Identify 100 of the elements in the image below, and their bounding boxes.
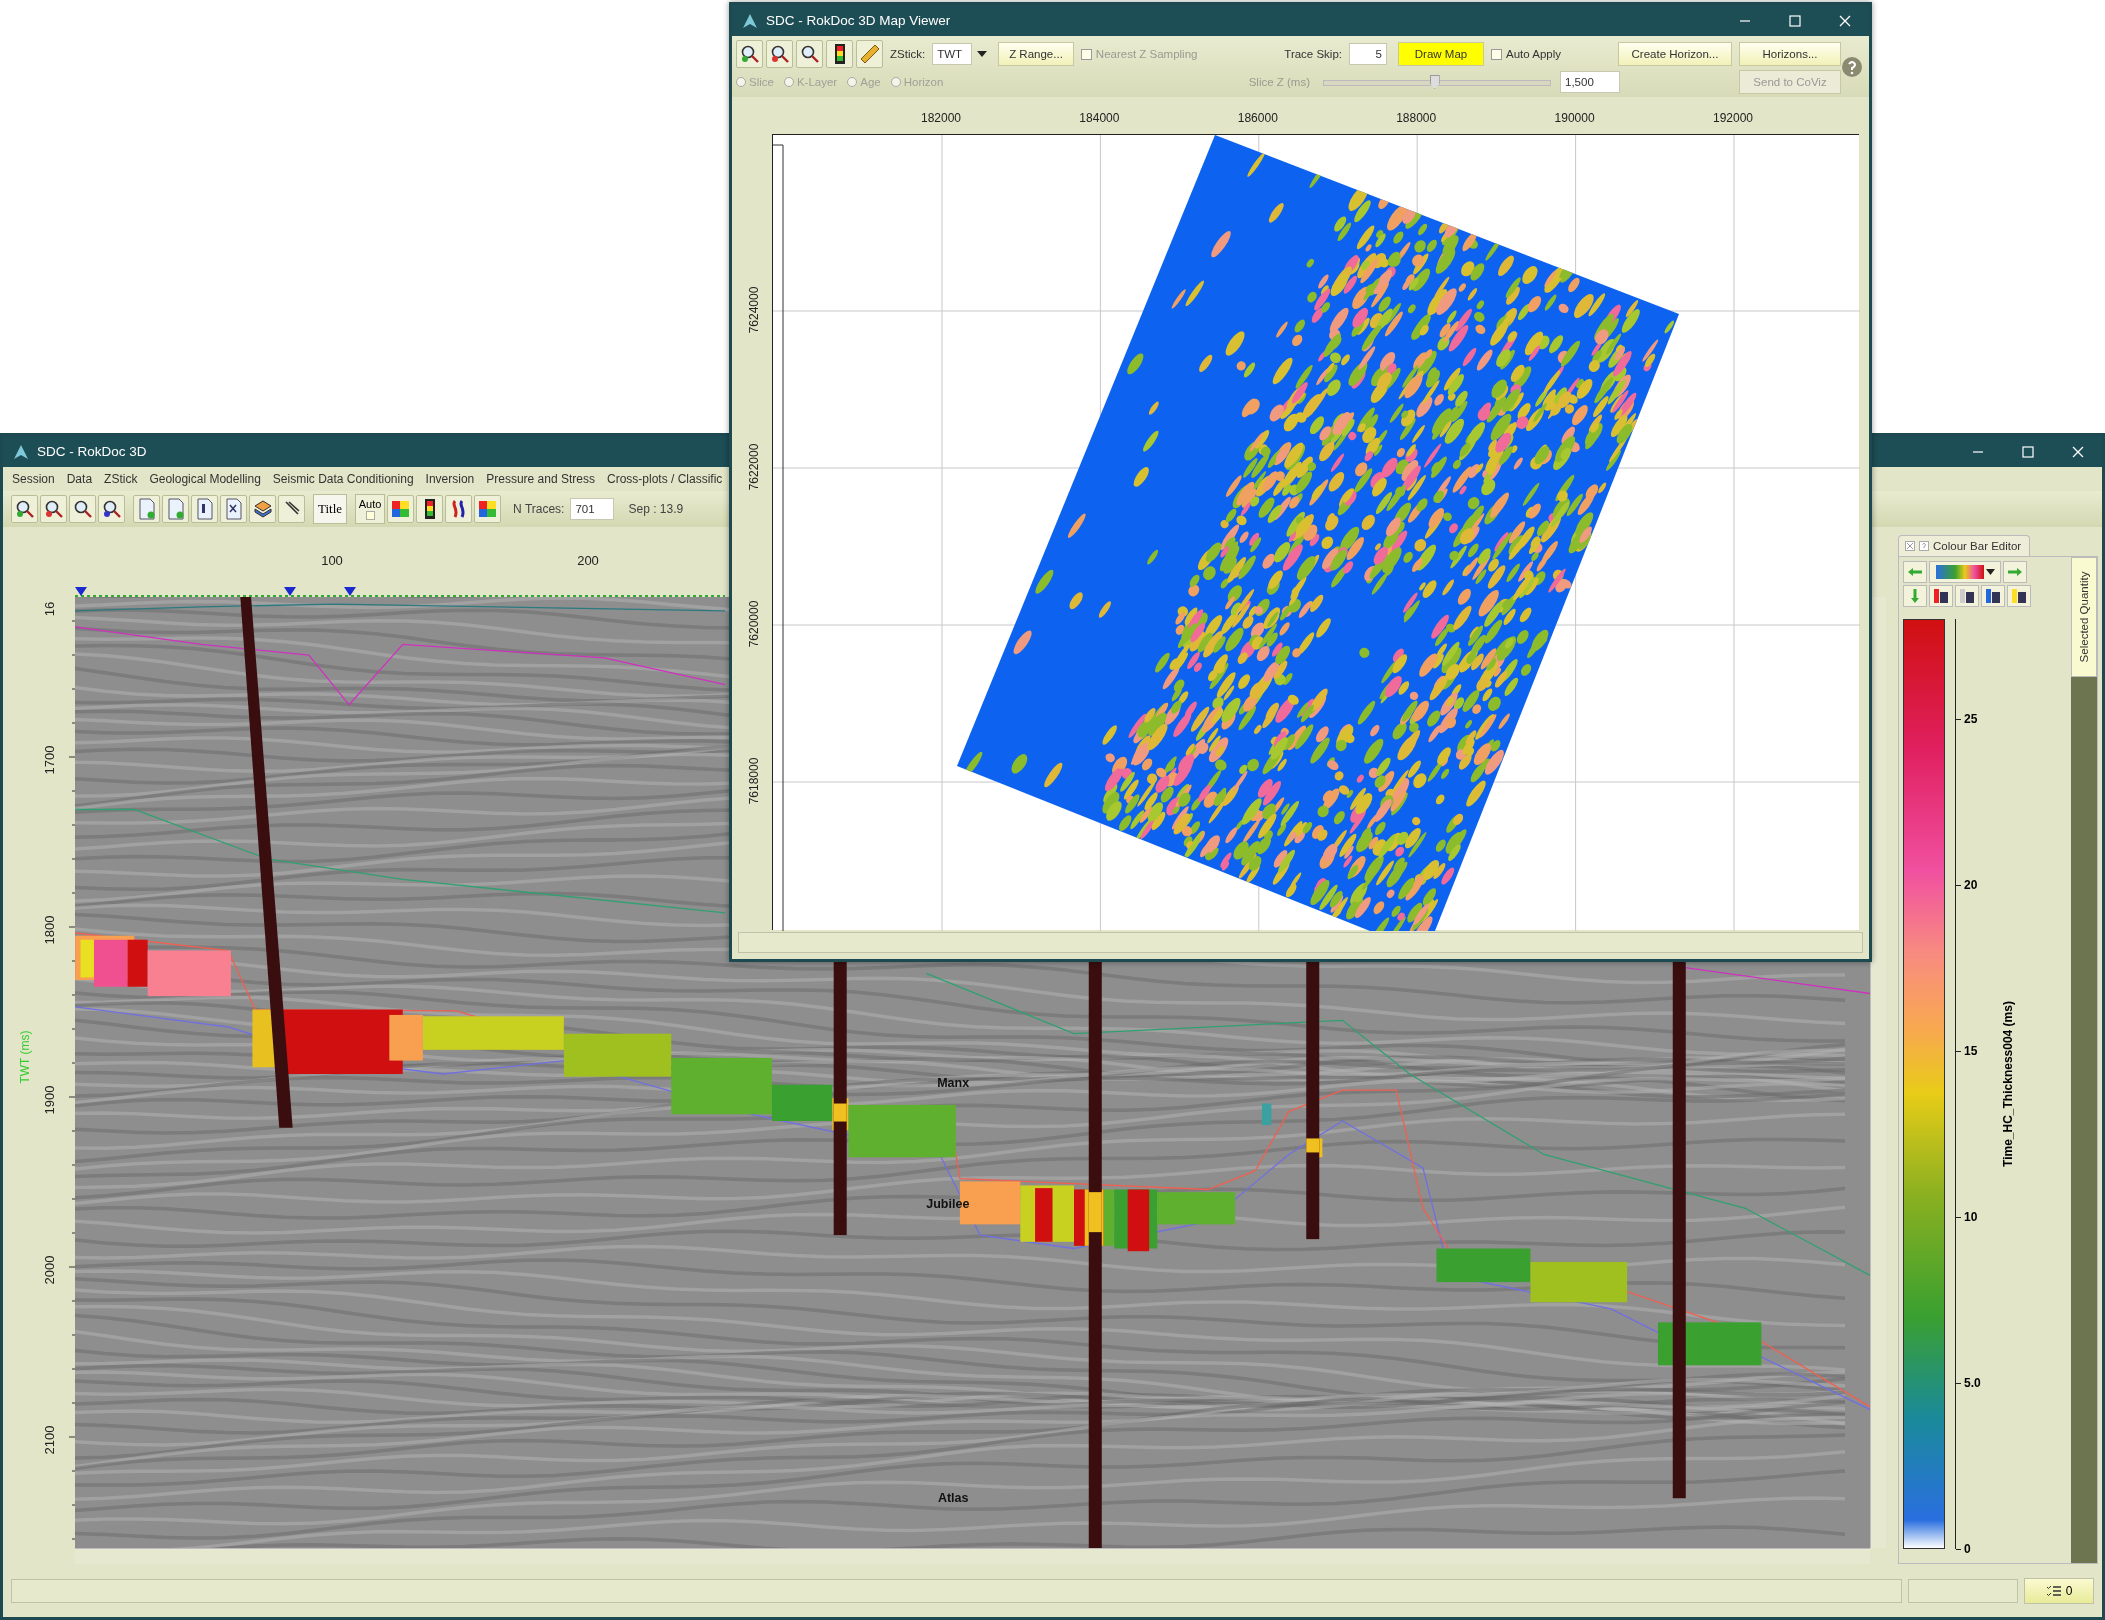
zoom-button[interactable] <box>69 495 96 523</box>
zoom-button[interactable] <box>736 40 763 68</box>
zoom-button[interactable] <box>40 495 67 523</box>
auto-checkbox[interactable] <box>365 511 375 520</box>
axis-tick-label: 184000 <box>1079 111 1120 125</box>
axis-tick-label: 15 <box>1956 1044 1978 1059</box>
magnifier-icon <box>799 44 820 64</box>
zstick-dropdown[interactable]: TWT <box>932 43 973 65</box>
colour-scale-icon <box>1985 588 2001 604</box>
axis-tick-label: 16 <box>41 601 57 617</box>
document-icon <box>136 498 157 520</box>
colour-scale-icon <box>2011 588 2027 604</box>
menu-item[interactable]: Cross-plots / Classific <box>601 472 729 486</box>
axis-tick-label: 2100 <box>41 1425 57 1455</box>
colour-tool-button[interactable] <box>1929 585 1953 607</box>
axis-tick-label: 188000 <box>1396 111 1437 125</box>
zstick-label: ZStick: <box>889 48 927 60</box>
menu-item[interactable]: Session <box>6 472 61 486</box>
menu-item[interactable]: Inversion <box>419 472 481 486</box>
axis-tick-label: 20 <box>1956 878 1978 893</box>
menu-item[interactable]: Geological Modelling <box>143 472 267 486</box>
maximize-icon[interactable] <box>1789 14 1801 27</box>
toolbar-button[interactable] <box>278 495 305 523</box>
colour-scale-icon <box>1959 588 1975 604</box>
axis-tick-label: 100 <box>321 553 343 568</box>
axis-tick-label: 0 <box>1956 1542 1971 1556</box>
quantity-label: Time_HC_Thickness004 (ms) <box>2001 1001 2015 1167</box>
magnifier-icon <box>739 44 760 64</box>
tasks-button[interactable]: 0 <box>2024 1577 2094 1604</box>
menu-item[interactable]: ZStick <box>98 472 144 486</box>
colour-tool-button[interactable] <box>2007 585 2031 607</box>
auto-button[interactable]: Auto <box>355 494 386 524</box>
z-range-button[interactable]: Z Range... <box>998 42 1074 66</box>
colour-bar-icon <box>422 498 437 520</box>
window-title: SDC - RokDoc 3D Map Viewer <box>766 13 952 28</box>
selected-quantity-tab[interactable]: Selected Quantity <box>2071 557 2097 677</box>
colour-scale-icon <box>1933 588 1949 604</box>
axis-tick-label: 7624000 <box>747 286 761 334</box>
trace-skip-spinner[interactable]: 5 <box>1349 43 1387 65</box>
slice-z-field[interactable]: 1,500 <box>1560 71 1620 93</box>
menu-item[interactable]: Data <box>60 472 99 486</box>
trace-skip-label: Trace Skip: <box>1283 48 1343 60</box>
colour-map-dropdown[interactable] <box>1929 561 2001 583</box>
create-horizon-button[interactable]: Create Horizon... <box>1618 42 1732 66</box>
document-icon <box>165 498 186 520</box>
vertical-scrollbar[interactable] <box>1870 597 1886 1548</box>
gradient-swatch-icon <box>1935 565 1984 579</box>
zoom-button[interactable] <box>766 40 793 68</box>
axis-tick-label: 186000 <box>1237 111 1278 125</box>
toolbar-button[interactable] <box>220 495 247 523</box>
zoom-button[interactable] <box>11 495 38 523</box>
menu-item[interactable]: Seismic Data Conditioning <box>266 472 420 486</box>
colour-bar-icon <box>832 43 847 65</box>
draw-map-button[interactable]: Draw Map <box>1398 42 1484 66</box>
left-arrow-icon <box>1907 567 1923 577</box>
axis-tick-label: 1700 <box>41 745 57 775</box>
toolbar-button[interactable] <box>191 495 218 523</box>
slice-z-label: Slice Z (ms) <box>1247 76 1311 88</box>
magnifier-icon <box>14 499 35 519</box>
zoom-button[interactable] <box>98 495 125 523</box>
zoom-button[interactable] <box>796 40 823 68</box>
magnifier-icon <box>101 499 122 519</box>
toolbar-button[interactable] <box>249 495 276 523</box>
magnifier-icon <box>72 499 93 519</box>
horizon-label: Atlas <box>937 1491 969 1506</box>
caret-icon <box>1985 569 1995 575</box>
magnifier-icon <box>43 499 64 519</box>
axis-tick-label: 7620000 <box>747 600 761 648</box>
axis-tick-label: 7618000 <box>747 757 761 805</box>
auto-apply-checkbox[interactable]: Auto Apply <box>1487 48 1565 60</box>
right-arrow-icon <box>2007 567 2023 577</box>
colour-tool-button[interactable] <box>1955 585 1979 607</box>
axis-tick-label: 192000 <box>1713 111 1753 125</box>
layers-icon <box>252 499 273 519</box>
maximize-icon[interactable] <box>2022 445 2034 458</box>
help-icon[interactable] <box>1841 55 1863 78</box>
document-icon <box>223 498 244 520</box>
menu-item[interactable]: Pressure and Stress <box>480 472 601 486</box>
horizon-label: Manx <box>937 1076 970 1091</box>
down-arrow-icon <box>1910 588 1920 604</box>
colour-map-icon <box>476 498 499 520</box>
checklist-icon <box>2045 1584 2062 1597</box>
app-logo-icon <box>742 12 758 29</box>
toolbar-button[interactable] <box>826 40 853 68</box>
axis-tick-label: 182000 <box>921 111 961 125</box>
horizons-button[interactable]: Horizons... <box>1739 42 1841 66</box>
title-button[interactable]: Title <box>313 494 348 524</box>
axis-tick-label: 5.0 <box>1956 1376 1981 1391</box>
horizontal-scrollbar[interactable] <box>75 1548 1870 1564</box>
axis-tick-label: 2000 <box>41 1255 57 1285</box>
colour-tool-button[interactable] <box>1981 585 2005 607</box>
slice-z-slider[interactable] <box>1323 75 1551 89</box>
axis-tick-label: 200 <box>577 553 599 568</box>
colour-grid-icon <box>389 498 412 520</box>
toolbar-button[interactable] <box>445 495 473 523</box>
document-icon <box>194 498 215 520</box>
ruler-icon <box>858 43 881 65</box>
n-traces-field[interactable]: 701 <box>570 498 615 520</box>
toolbar-button[interactable] <box>416 495 444 523</box>
n-traces-label: N Traces: <box>512 502 566 516</box>
